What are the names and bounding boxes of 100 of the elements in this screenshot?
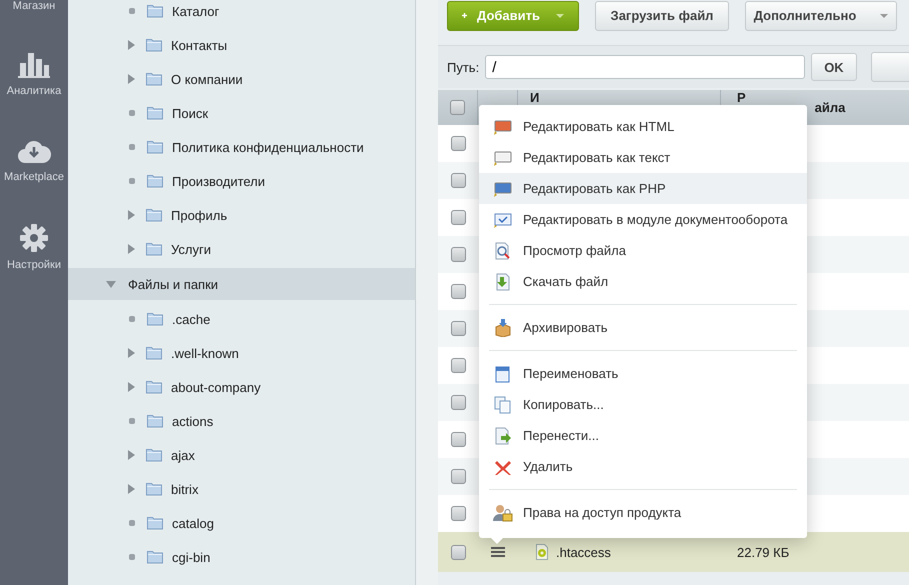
folder-icon [147, 4, 163, 18]
file-badge-icon [493, 118, 513, 136]
tree-item[interactable]: .well-known [171, 346, 239, 360]
more-button[interactable]: Дополнительно [745, 0, 897, 30]
folder-icon [147, 516, 163, 530]
folder-icon [146, 448, 162, 462]
file-badge-icon [493, 180, 513, 198]
menu-item[interactable]: Архивировать [479, 312, 807, 343]
tree-item[interactable]: Файлы и папки [128, 276, 218, 292]
menu-item[interactable]: Скачать файл [479, 266, 807, 297]
menu-item[interactable]: Редактировать как PHP [479, 173, 807, 204]
tree-item[interactable]: Каталог [172, 4, 220, 18]
file-name[interactable]: .htaccess [556, 544, 611, 560]
expand-arrow-icon[interactable] [128, 40, 135, 50]
folder-icon [146, 482, 162, 496]
bar-chart-icon [17, 51, 51, 79]
column-header[interactable]: И [530, 91, 540, 105]
folder-icon [146, 38, 162, 52]
row-checkbox[interactable] [450, 432, 466, 447]
expand-arrow-icon[interactable] [128, 450, 135, 460]
column-header[interactable]: Р [737, 91, 746, 105]
row-checkbox[interactable] [450, 469, 466, 484]
menu-item[interactable]: Просмотр файла [479, 235, 807, 266]
user-lock-icon [493, 504, 513, 522]
folder-icon [147, 140, 163, 154]
plus-icon [462, 10, 468, 21]
path-label: Путь: [447, 60, 480, 74]
row-checkbox[interactable] [450, 358, 466, 373]
row-checkbox[interactable] [450, 395, 466, 410]
nav-label: Настройки [7, 259, 61, 271]
nav-label: Marketplace [4, 171, 64, 183]
cloud-download-icon [17, 139, 51, 165]
menu-item[interactable]: Удалить [479, 451, 807, 482]
folder-icon [147, 550, 163, 564]
gear-file-icon [534, 544, 550, 560]
tree-item[interactable]: bitrix [171, 482, 198, 496]
expand-arrow-icon[interactable] [128, 74, 135, 84]
tree-item[interactable]: about-company [171, 380, 261, 394]
row-checkbox[interactable] [450, 136, 466, 151]
ok-button[interactable]: OK [811, 53, 857, 81]
row-checkbox[interactable] [450, 173, 466, 188]
expand-arrow-icon[interactable] [106, 280, 116, 288]
folder-icon [146, 380, 162, 394]
nav-item[interactable]: Магазин [0, 0, 68, 12]
expand-arrow-icon[interactable] [128, 210, 135, 220]
menu-item[interactable]: Редактировать как HTML [479, 111, 807, 142]
tree-item[interactable]: Политика конфиденциальности [172, 140, 364, 154]
tree-item[interactable]: Производители [172, 174, 266, 188]
nav-item[interactable]: Аналитика [0, 51, 68, 97]
tree-item[interactable]: catalog [172, 516, 214, 530]
folder-icon [147, 174, 163, 188]
folder-icon [146, 72, 162, 86]
expand-arrow-icon[interactable] [128, 484, 135, 494]
row-checkbox[interactable] [450, 544, 466, 560]
row-checkbox[interactable] [450, 247, 466, 262]
tree-item[interactable]: actions [172, 414, 214, 428]
menu-item[interactable]: Права на доступ продукта [479, 497, 807, 528]
tree-item[interactable]: Контакты [171, 38, 228, 52]
column-header[interactable]: айла [814, 101, 846, 115]
tree-item[interactable]: Профиль [171, 208, 228, 222]
settings-icon [19, 223, 49, 253]
nav-label: Аналитика [6, 85, 62, 97]
upload-button[interactable]: Загрузить файл [595, 0, 729, 30]
tree-item[interactable]: .cache [172, 312, 210, 326]
nav-label: Магазин [12, 0, 56, 12]
nav-item[interactable]: Marketplace [0, 139, 68, 183]
expand-arrow-icon[interactable] [128, 244, 135, 254]
splitter[interactable] [415, 0, 438, 585]
expand-arrow-icon[interactable] [128, 382, 135, 392]
folder-icon [147, 414, 163, 428]
menu-item[interactable]: Переименовать [479, 358, 807, 389]
row-checkbox[interactable] [450, 284, 466, 299]
row-checkbox[interactable] [450, 321, 466, 336]
folder-icon [146, 208, 162, 222]
tree-item[interactable]: cgi-bin [172, 550, 210, 564]
toolbar-button[interactable] [870, 52, 909, 82]
tree-item[interactable]: ajax [171, 448, 195, 462]
folder-icon [147, 106, 163, 120]
folder-icon [147, 312, 163, 326]
row-checkbox[interactable] [450, 210, 466, 225]
menu-item[interactable]: Редактировать в модуле документооборота [479, 204, 807, 235]
tree-item[interactable]: Поиск [172, 106, 208, 120]
document-icon [493, 426, 513, 444]
tree-item-row[interactable]: Файлы и папки [68, 268, 415, 300]
folder-icon [146, 242, 162, 256]
nav-item[interactable]: Настройки [0, 223, 68, 271]
tree-item[interactable]: О компании [171, 72, 243, 86]
select-all-checkbox[interactable] [450, 100, 465, 115]
box-icon [493, 318, 513, 336]
tree-item[interactable]: Услуги [171, 242, 211, 256]
row-checkbox[interactable] [450, 506, 466, 521]
path-field[interactable]: / [485, 55, 806, 79]
expand-arrow-icon[interactable] [128, 348, 135, 358]
file-size: 22.79 КБ [737, 544, 790, 560]
menu-item[interactable]: Копировать... [479, 389, 807, 420]
menu-item[interactable]: Редактировать как текст [479, 142, 807, 173]
document-icon [493, 396, 513, 414]
document-icon [493, 210, 513, 228]
menu-icon[interactable] [491, 546, 505, 558]
menu-item[interactable]: Перенести... [479, 420, 807, 451]
